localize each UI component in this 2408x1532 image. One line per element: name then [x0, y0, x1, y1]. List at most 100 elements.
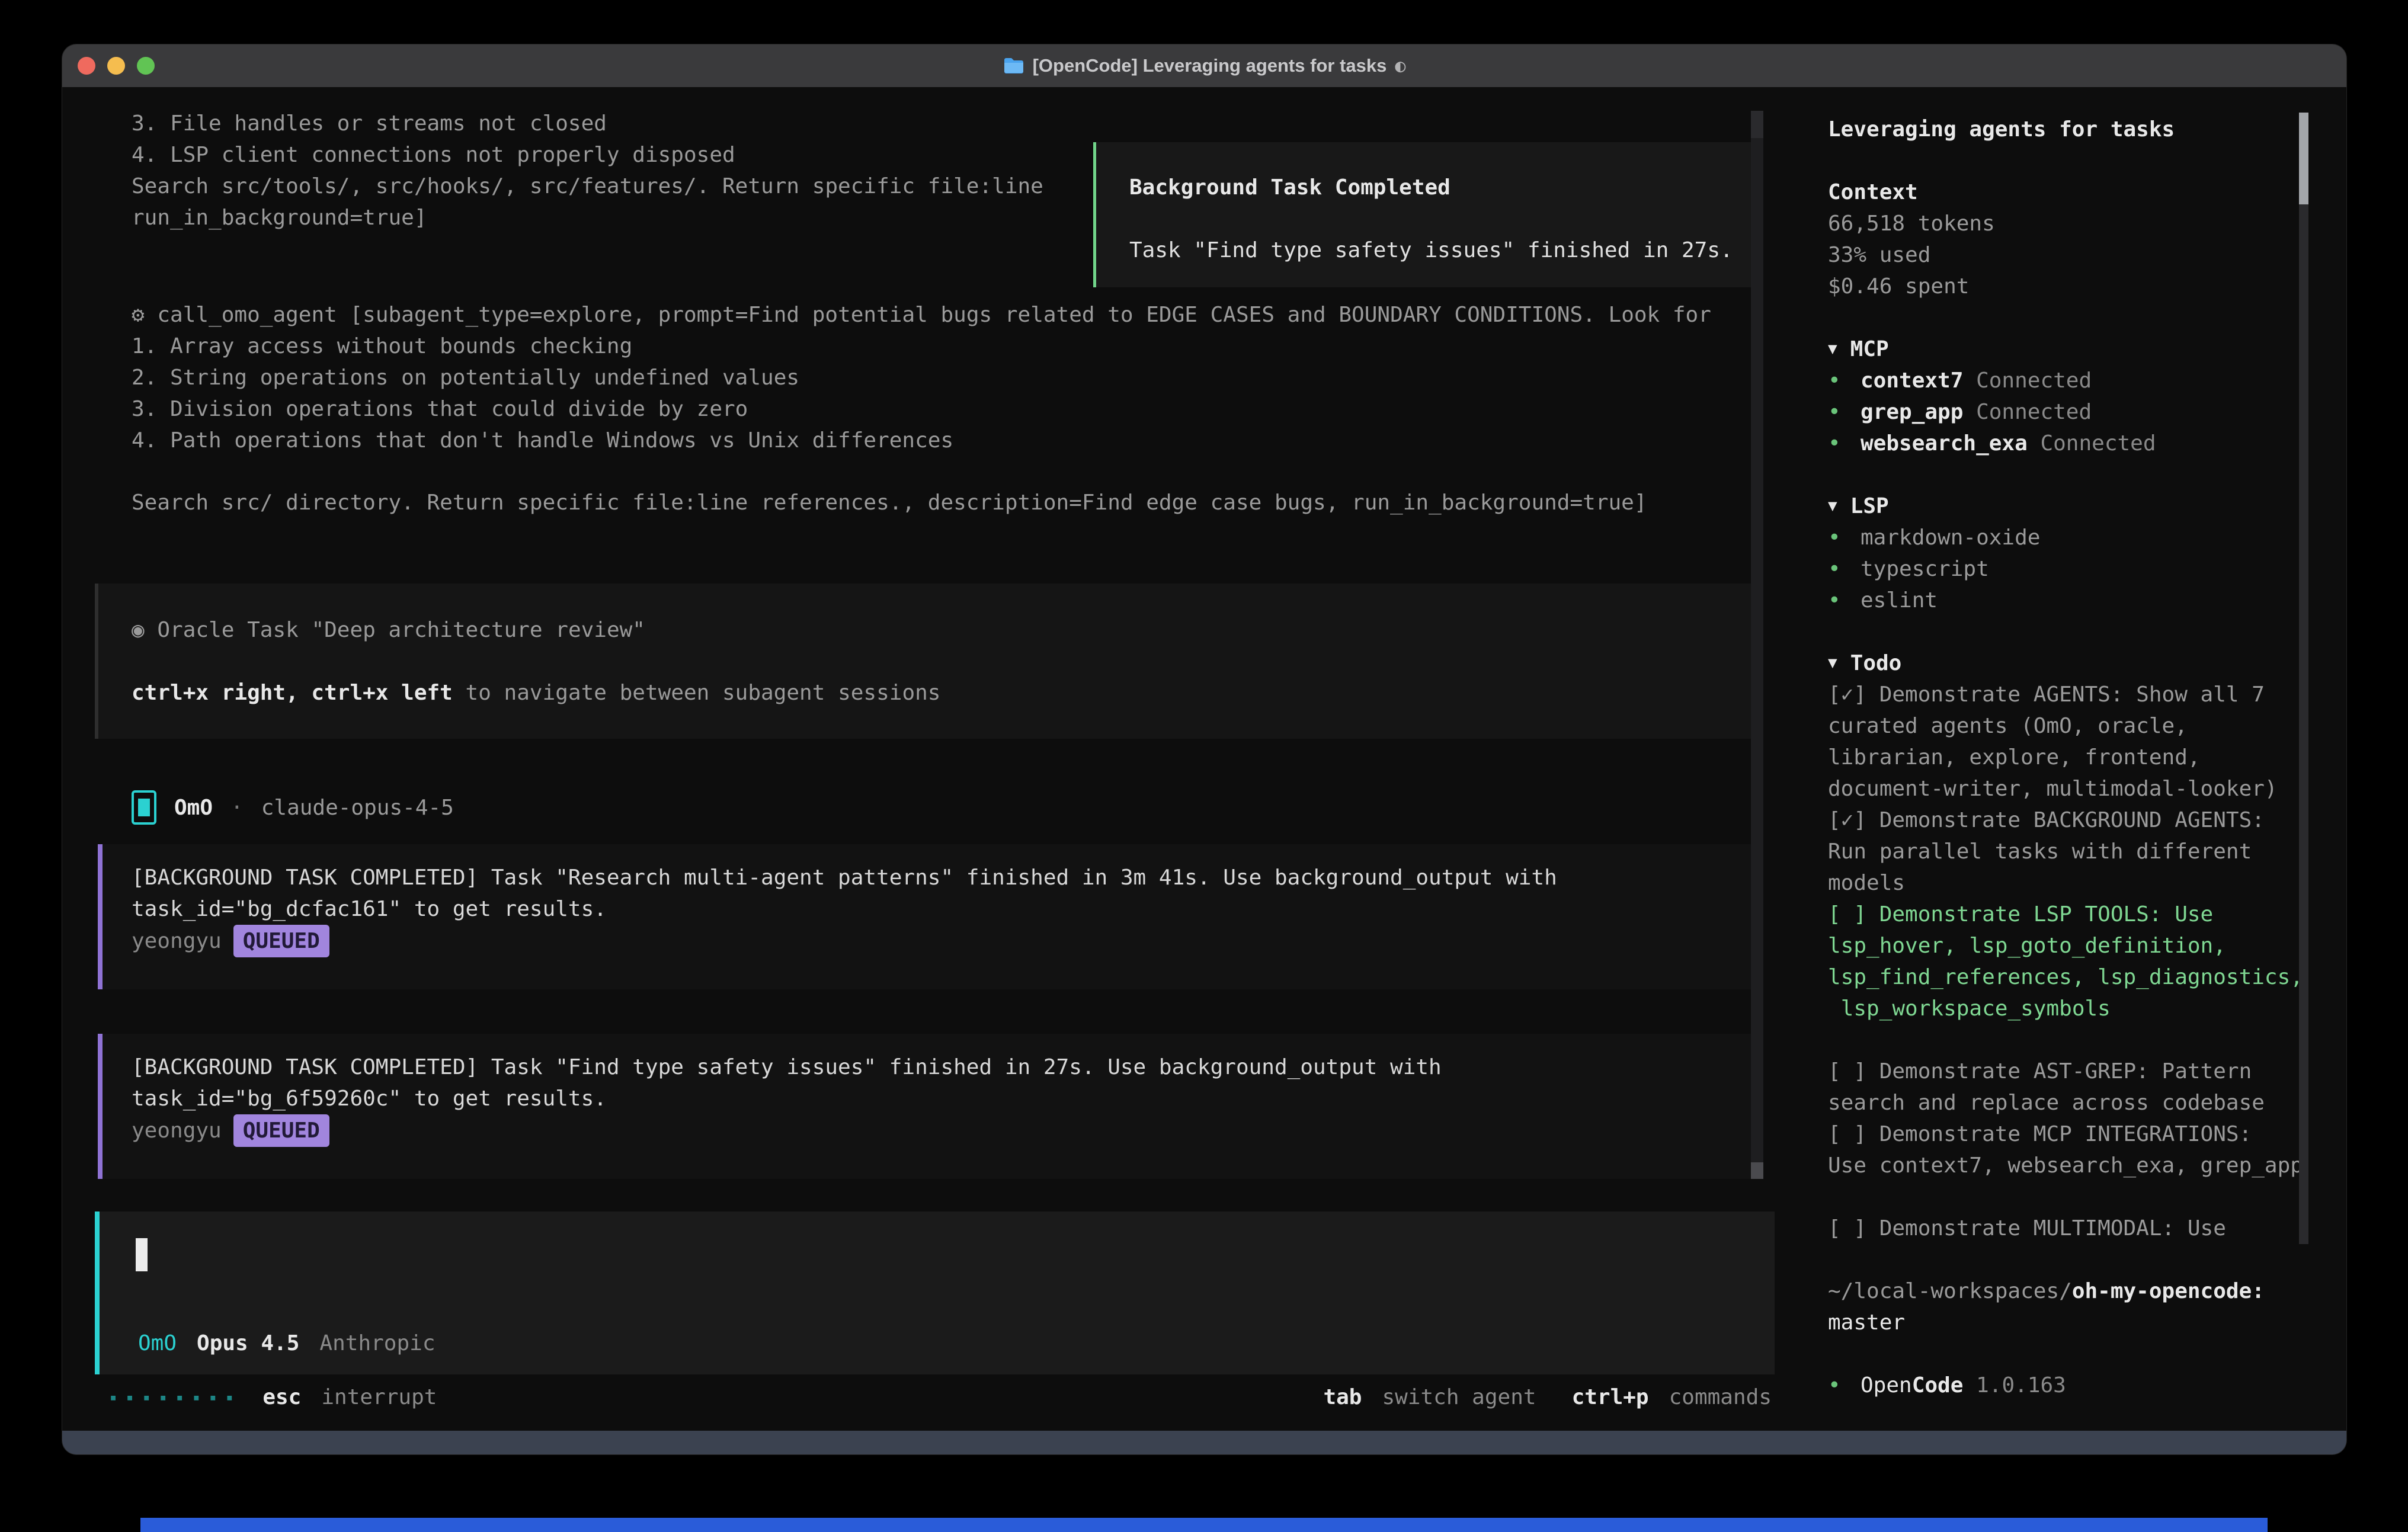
lsp-name: markdown-oxide [1861, 522, 2040, 553]
todo-section-header[interactable]: ▼ Todo [1828, 648, 2311, 679]
mcp-item: • websearch_exa Connected [1828, 428, 2311, 459]
chat-scrollbar-thumb[interactable] [1751, 1162, 1763, 1179]
background-task-notification: Background Task Completed Task "Find typ… [1093, 142, 1758, 287]
desktop-blue-bar [140, 1518, 2268, 1532]
tab-key-label: switch agent [1382, 1382, 1536, 1413]
tool-call-item: 4. Path operations that don't handle Win… [132, 425, 1711, 456]
tool-call-item: 3. Division operations that could divide… [132, 393, 1711, 425]
chevron-down-icon: ▼ [1828, 334, 1837, 365]
status-dot-icon: • [1828, 428, 1861, 459]
oracle-task-box: ◉ Oracle Task "Deep architecture review"… [95, 584, 1754, 739]
scrollback-line: Search src/tools/, src/hooks/, src/featu… [132, 171, 1043, 202]
context-spent: $0.46 spent [1828, 271, 2311, 302]
mcp-name: context7 [1861, 368, 1963, 393]
notification-title: Background Task Completed [1129, 172, 1755, 203]
gear-icon: ⚙ [132, 303, 145, 327]
input-model-name: Opus 4.5 [197, 1328, 299, 1359]
record-icon: ◉ [132, 618, 145, 642]
notification-body: Task "Find type safety issues" finished … [1129, 235, 1755, 266]
status-badge: QUEUED [233, 925, 329, 957]
prompt-input[interactable]: OmO Opus 4.5 Anthropic [95, 1212, 1775, 1374]
opencode-window: [OpenCode] Leveraging agents for tasks ◐… [62, 44, 2346, 1454]
todo-item-done: [✓] Demonstrate AGENTS: Show all 7 curat… [1828, 679, 2311, 805]
mcp-heading: MCP [1850, 334, 1889, 365]
tool-call-block: ⚙ call_omo_agent [subagent_type=explore,… [132, 299, 1711, 456]
sidebar-scrollbar[interactable] [2299, 113, 2308, 1244]
window-title: [OpenCode] Leveraging agents for tasks [1033, 55, 1387, 76]
version-row: • OpenCode 1.0.163 [1828, 1370, 2311, 1401]
chat-scrollbar[interactable] [1751, 111, 1763, 1179]
message-line: task_id="bg_6f59260c" to get results. [132, 1083, 1754, 1114]
version-number: 1.0.163 [1976, 1373, 2066, 1398]
todo-item-active: [ ] Demonstrate LSP TOOLS: Use lsp_hover… [1828, 899, 2311, 1024]
lsp-name: eslint [1861, 585, 1938, 616]
status-dot-icon: • [1828, 522, 1861, 553]
ctrlp-key-hint: ctrl+p [1572, 1382, 1649, 1413]
scrollback-line: 4. LSP client connections not properly d… [132, 139, 1043, 171]
desktop: [OpenCode] Leveraging agents for tasks ◐… [0, 0, 2408, 1532]
message-line: [BACKGROUND TASK COMPLETED] Task "Find t… [132, 1052, 1754, 1083]
lsp-item: • typescript [1828, 553, 2311, 585]
ctrlp-key-label: commands [1669, 1382, 1772, 1413]
todo-item-pending: [ ] Demonstrate MCP INTEGRATIONS: Use co… [1828, 1118, 2311, 1181]
oracle-hint-keys: ctrl+x right, ctrl+x left [132, 681, 453, 705]
agent-name: OmO [174, 792, 213, 823]
chat-scrollbar-top-segment [1751, 111, 1763, 138]
scrollback-line: 3. File handles or streams not closed [132, 108, 1043, 139]
mcp-section-header[interactable]: ▼ MCP [1828, 334, 2311, 365]
agent-separator: · [230, 792, 244, 823]
background-task-message: [BACKGROUND TASK COMPLETED] Task "Resear… [98, 844, 1754, 989]
agent-model: claude-opus-4-5 [261, 792, 454, 823]
mcp-status: Connected [2040, 431, 2156, 456]
window-bottom-strip [62, 1431, 2346, 1454]
status-dot-icon: • [1828, 553, 1861, 585]
mcp-item: • context7 Connected [1828, 365, 2311, 396]
sidebar-scrollbar-thumb[interactable] [2299, 113, 2308, 204]
input-model-row: OmO Opus 4.5 Anthropic [138, 1328, 436, 1359]
tool-call-footer: Search src/ directory. Return specific f… [132, 487, 1647, 518]
esc-key-hint: esc [262, 1382, 301, 1413]
terminal-content: 3. File handles or streams not closed 4.… [62, 87, 2346, 1431]
tool-call-item: 2. String operations on potentially unde… [132, 362, 1711, 393]
message-line: task_id="bg_dcfac161" to get results. [132, 893, 1754, 925]
omo-agent-icon [132, 790, 156, 825]
status-dot-icon: • [1828, 365, 1861, 396]
tool-call-item: 1. Array access without bounds checking [132, 331, 1711, 362]
context-used: 33% used [1828, 239, 2311, 271]
agent-header: OmO · claude-opus-4-5 [132, 786, 454, 829]
oracle-hint-text: to navigate between subagent sessions [453, 681, 941, 705]
context-heading: Context [1828, 177, 2311, 208]
mcp-name: grep_app [1861, 400, 1963, 424]
input-provider-name: Anthropic [319, 1328, 435, 1359]
esc-key-label: interrupt [321, 1382, 437, 1413]
context-tokens: 66,518 tokens [1828, 208, 2311, 239]
session-half-circle-icon: ◐ [1395, 56, 1405, 76]
message-author: yeongyu [132, 929, 222, 953]
mcp-item: • grep_app Connected [1828, 396, 2311, 428]
background-task-message: [BACKGROUND TASK COMPLETED] Task "Find t… [98, 1034, 1754, 1179]
lsp-item: • markdown-oxide [1828, 522, 2311, 553]
status-dot-icon: • [1828, 396, 1861, 428]
mcp-status: Connected [1976, 400, 2092, 424]
workspace-branch: master [1828, 1307, 2311, 1338]
status-bar: ▪▪▪▪▪▪▪▪ esc interrupt tab switch agent … [110, 1382, 1772, 1413]
todo-item-done: [✓] Demonstrate BACKGROUND AGENTS: Run p… [1828, 805, 2311, 899]
status-dot-icon: • [1828, 1370, 1861, 1401]
scrollback-line: run_in_background=true] [132, 202, 1043, 233]
oracle-task-title: Oracle Task "Deep architecture review" [157, 618, 645, 642]
chevron-down-icon: ▼ [1828, 648, 1837, 679]
todo-heading: Todo [1850, 648, 1902, 679]
titlebar[interactable]: [OpenCode] Leveraging agents for tasks ◐ [62, 44, 2346, 88]
chat-scrollback: 3. File handles or streams not closed 4.… [132, 108, 1043, 233]
message-author: yeongyu [132, 1118, 222, 1143]
window-title-wrap: [OpenCode] Leveraging agents for tasks ◐ [62, 44, 2346, 87]
chevron-down-icon: ▼ [1828, 491, 1837, 522]
lsp-section-header[interactable]: ▼ LSP [1828, 491, 2311, 522]
session-title: Leveraging agents for tasks [1828, 114, 2311, 145]
todo-item-pending: [ ] Demonstrate MULTIMODAL: Use [1828, 1213, 2311, 1244]
tab-key-hint: tab [1323, 1382, 1362, 1413]
workspace-path: ~/local-workspaces/oh-my-opencode: [1828, 1275, 2311, 1307]
todo-item-pending: [ ] Demonstrate AST-GREP: Pattern search… [1828, 1056, 2311, 1118]
mcp-status: Connected [1976, 368, 2092, 393]
lsp-name: typescript [1861, 553, 1989, 585]
